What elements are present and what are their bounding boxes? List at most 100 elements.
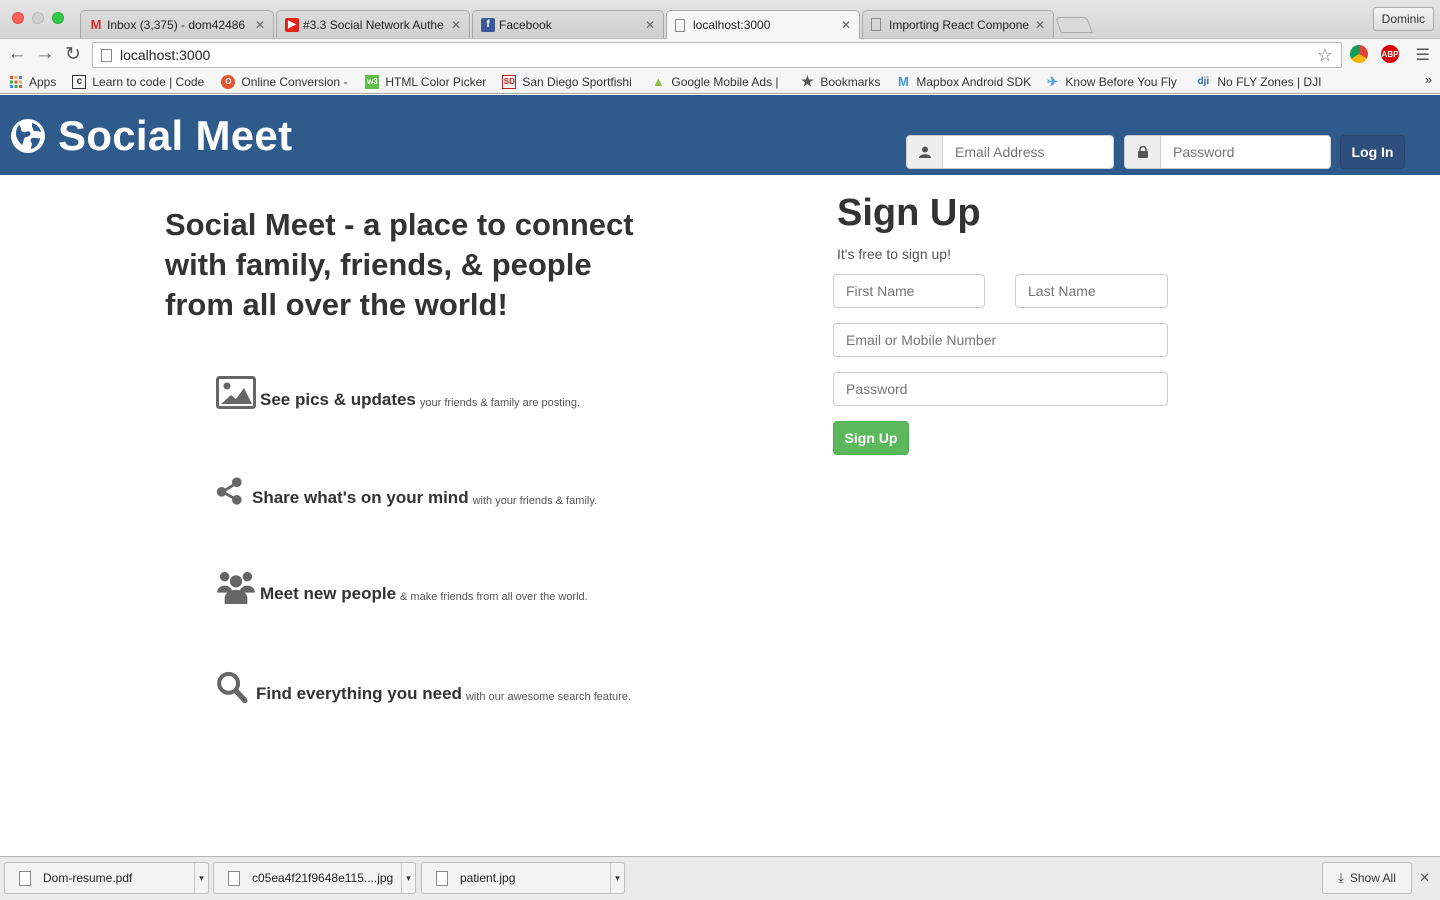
mapbox-icon: M xyxy=(897,74,909,89)
bookmark-google-mobile-ads[interactable]: ▲ Google Mobile Ads | xyxy=(651,75,791,89)
adblock-plus-icon[interactable]: ABP xyxy=(1381,45,1399,63)
window-zoom-button[interactable] xyxy=(52,12,64,24)
apps-grid-icon xyxy=(9,75,23,89)
browser-tab-gmail[interactable]: M Inbox (3,375) - dom42486 ✕ xyxy=(80,10,274,38)
bookmark-color-picker[interactable]: w3 HTML Color Picker xyxy=(365,74,493,89)
tab-label: Importing React Componen xyxy=(889,17,1029,32)
users-icon xyxy=(217,571,255,604)
forward-arrow-icon[interactable]: → xyxy=(34,43,56,65)
login-password-input[interactable] xyxy=(1160,135,1331,169)
login-email-input[interactable] xyxy=(942,135,1114,169)
tab-close-icon[interactable]: ✕ xyxy=(1035,18,1045,32)
feature-title: See pics & updates xyxy=(260,390,416,409)
bookmarks-overflow-icon[interactable]: » xyxy=(1425,72,1432,87)
signup-password-input[interactable] xyxy=(833,372,1168,406)
bookmark-label: HTML Color Picker xyxy=(385,74,487,89)
sportfishing-icon: SD xyxy=(502,74,517,89)
tab-close-icon[interactable]: ✕ xyxy=(451,18,461,32)
bookmark-label: Apps xyxy=(29,74,57,89)
download-item[interactable]: Dom-resume.pdf ▾ xyxy=(4,862,209,894)
browser-tab-facebook[interactable]: f Facebook ✕ xyxy=(472,10,664,38)
tab-label: localhost:3000 xyxy=(693,18,771,32)
conversion-icon: O xyxy=(221,74,236,89)
first-name-input[interactable] xyxy=(833,274,985,308)
download-item[interactable]: patient.jpg ▾ xyxy=(421,862,625,894)
address-text: localhost:3000 xyxy=(120,47,211,63)
reload-icon[interactable]: ↻ xyxy=(62,43,84,65)
bookmarks-bar: Apps c Learn to code | Code O Online Con… xyxy=(0,70,1440,94)
address-bar[interactable]: localhost:3000 ☆ xyxy=(92,42,1342,68)
w3-icon: w3 xyxy=(365,74,380,89)
tab-close-icon[interactable]: ✕ xyxy=(841,18,851,32)
chrome-extension-icon[interactable] xyxy=(1350,45,1368,63)
dji-icon: dji xyxy=(1197,76,1210,87)
feature-share: Share what's on your mind with your frie… xyxy=(216,474,597,508)
bookmark-label: San Diego Sportfishi xyxy=(522,74,632,89)
tab-close-icon[interactable]: ✕ xyxy=(645,18,655,32)
feature-title: Share what's on your mind xyxy=(252,488,469,507)
lock-icon xyxy=(1124,135,1160,169)
bookmark-star-icon[interactable]: ☆ xyxy=(1317,45,1333,66)
browser-tab-strip: M Inbox (3,375) - dom42486 ✕ ▶ #3.3 Soci… xyxy=(0,0,1440,39)
bookmark-sportfishing[interactable]: SD San Diego Sportfishi xyxy=(502,74,642,89)
signup-email-input[interactable] xyxy=(833,323,1168,357)
file-icon xyxy=(228,870,240,886)
login-email-group xyxy=(906,135,1114,169)
chevron-down-icon[interactable]: ▾ xyxy=(401,863,415,893)
bookmark-online-conversion[interactable]: O Online Conversion - xyxy=(221,74,356,89)
chevron-down-icon[interactable]: ▾ xyxy=(194,863,208,893)
browser-tab-localhost[interactable]: localhost:3000 ✕ xyxy=(666,10,860,39)
browser-tab-youtube[interactable]: ▶ #3.3 Social Network Authe ✕ xyxy=(276,10,470,38)
file-icon xyxy=(19,870,31,886)
login-button[interactable]: Log In xyxy=(1340,135,1405,169)
feature-subtitle: your friends & family are posting. xyxy=(419,397,581,409)
search-icon xyxy=(217,671,248,704)
youtube-icon: ▶ xyxy=(285,17,299,32)
app-navbar: Social Meet Log In xyxy=(0,95,1440,175)
feature-subtitle: with your friends & family. xyxy=(472,495,598,507)
facebook-icon: f xyxy=(481,17,495,32)
bookmark-know-before-you-fly[interactable]: ✈ Know Before You Fly xyxy=(1045,75,1183,89)
last-name-input[interactable] xyxy=(1015,274,1168,308)
hero-headline: Social Meet - a place to connect with fa… xyxy=(165,207,634,322)
show-all-downloads-button[interactable]: ⤓ Show All xyxy=(1322,862,1412,894)
download-item[interactable]: c05ea4f21f9648e115....jpg ▾ xyxy=(213,862,416,894)
bookmark-apps[interactable]: Apps xyxy=(9,75,56,89)
show-all-label: Show All xyxy=(1349,871,1396,885)
browser-toolbar: ← → ↻ localhost:3000 ☆ ABP ☰ xyxy=(0,38,1440,70)
browser-menu-icon[interactable]: ☰ xyxy=(1416,45,1430,65)
signup-button[interactable]: Sign Up xyxy=(833,421,909,455)
close-icon[interactable]: ✕ xyxy=(1419,870,1430,886)
android-icon: ▲ xyxy=(651,74,665,89)
brand-link[interactable]: Social Meet xyxy=(10,112,292,160)
feature-pics: See pics & updates your friends & family… xyxy=(216,376,580,410)
bookmark-label: Know Before You Fly xyxy=(1065,74,1177,89)
download-filename: Dom-resume.pdf xyxy=(43,871,133,885)
bookmark-label: Mapbox Android SDK xyxy=(916,74,1032,89)
image-icon xyxy=(216,376,256,409)
signup-subtitle: It's free to sign up! xyxy=(837,246,951,262)
download-filename: c05ea4f21f9648e115....jpg xyxy=(252,871,394,885)
feature-title: Meet new people xyxy=(260,584,397,603)
feature-title: Find everything you need xyxy=(256,684,462,703)
share-icon xyxy=(216,477,242,505)
feature-people: Meet new people & make friends from all … xyxy=(216,570,588,604)
bookmark-mapbox[interactable]: M Mapbox Android SDK xyxy=(896,75,1036,89)
new-tab-button[interactable] xyxy=(1055,17,1093,33)
page-icon xyxy=(675,18,685,32)
tab-label: #3.3 Social Network Authe xyxy=(303,17,444,32)
browser-tab-react[interactable]: Importing React Componen ✕ xyxy=(862,10,1054,38)
bookmark-codecademy[interactable]: c Learn to code | Code xyxy=(72,74,212,89)
codecademy-icon: c xyxy=(72,74,87,89)
file-icon xyxy=(436,870,448,886)
profile-button[interactable]: Dominic xyxy=(1372,7,1434,31)
bookmark-folder-bookmarks[interactable]: ★ Bookmarks xyxy=(800,75,880,89)
window-close-button[interactable] xyxy=(12,12,24,24)
back-arrow-icon[interactable]: ← xyxy=(6,43,28,65)
bookmark-dji[interactable]: dji No FLY Zones | DJI xyxy=(1195,75,1322,89)
chevron-down-icon[interactable]: ▾ xyxy=(610,863,624,893)
tab-close-icon[interactable]: ✕ xyxy=(255,18,265,32)
globe-icon xyxy=(11,119,45,153)
window-minimize-button[interactable] xyxy=(32,12,44,24)
feature-search: Find everything you need with our awesom… xyxy=(216,670,631,704)
